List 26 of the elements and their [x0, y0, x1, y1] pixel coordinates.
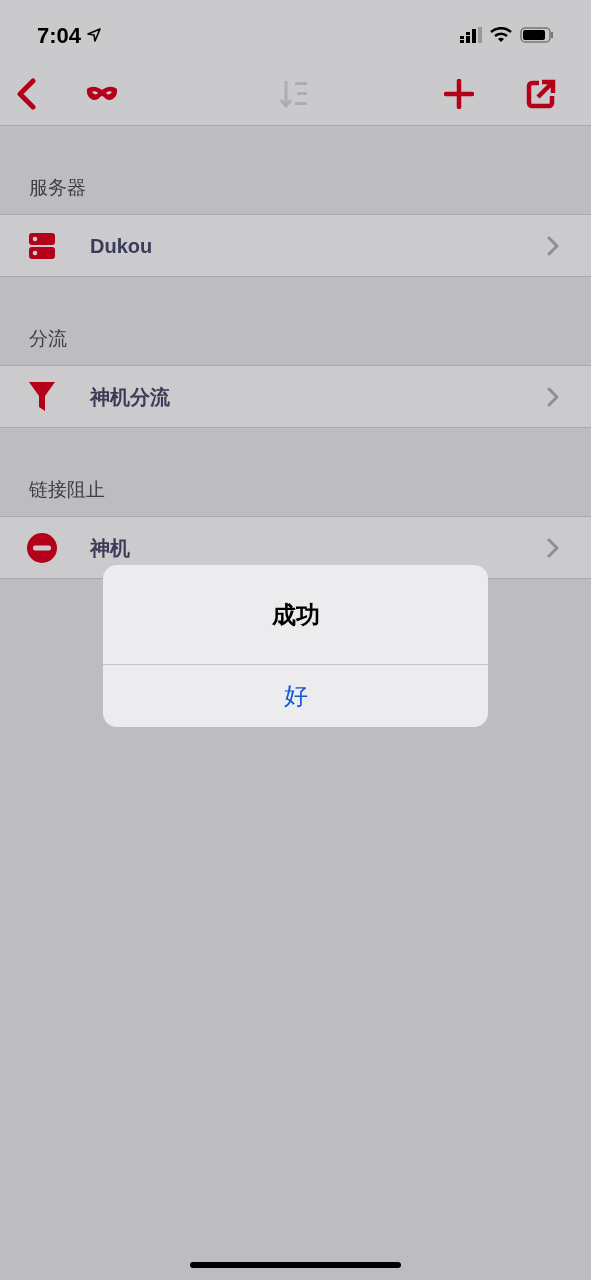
alert-title: 成功 — [271, 599, 320, 630]
row-label: 神机分流 — [90, 384, 171, 410]
share-icon — [526, 79, 556, 109]
status-time: 7:04 — [37, 21, 82, 50]
location-icon — [87, 28, 102, 42]
row-label: 神机 — [90, 535, 131, 561]
section-header: 分流 — [29, 326, 67, 351]
mask-icon — [86, 85, 118, 103]
add-icon — [444, 79, 474, 109]
server-icon — [28, 231, 56, 260]
battery-icon — [520, 27, 554, 43]
sort-icon — [280, 80, 310, 108]
back-icon — [16, 78, 36, 110]
list-row[interactable]: Dukou — [0, 214, 591, 277]
row-label: Dukou — [90, 233, 154, 259]
chevron-icon — [547, 386, 559, 407]
signal-icon — [460, 27, 482, 43]
section-header: 链接阻止 — [29, 477, 105, 502]
ok-button[interactable]: 好 — [103, 665, 488, 727]
section-header: 服务器 — [29, 175, 86, 200]
list-row[interactable]: 神机分流 — [0, 365, 591, 428]
funnel-icon — [28, 380, 56, 413]
chevron-icon — [547, 537, 559, 558]
no-entry-icon — [26, 531, 58, 564]
wifi-icon — [490, 27, 512, 43]
chevron-icon — [547, 235, 559, 256]
